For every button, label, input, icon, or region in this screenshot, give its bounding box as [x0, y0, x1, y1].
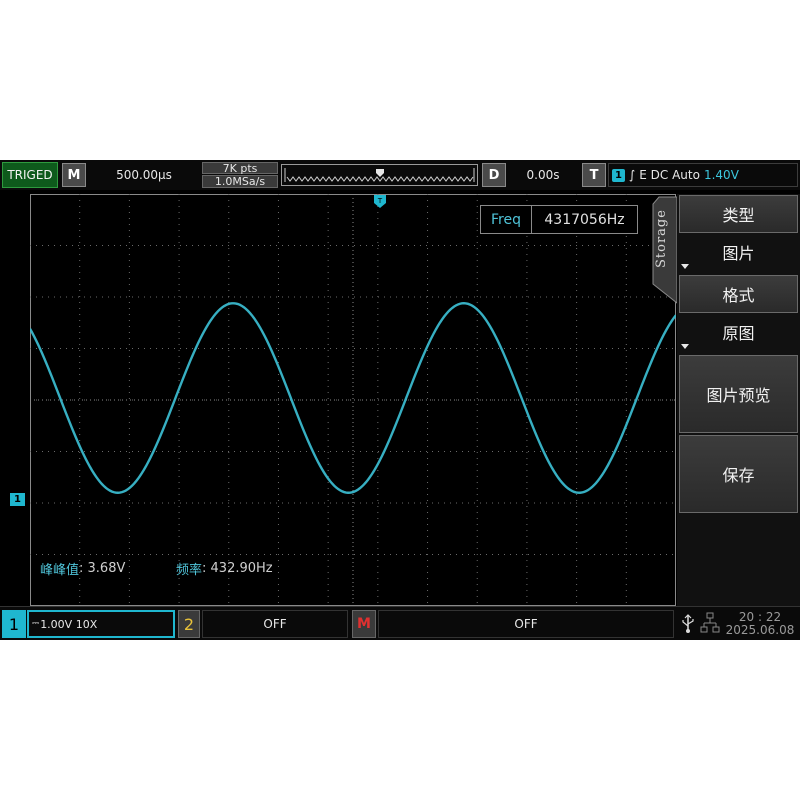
trigger-source-chip: 1: [612, 168, 625, 182]
softkey-save[interactable]: 保存: [679, 435, 798, 513]
memory-position-strip: [281, 164, 478, 186]
trigger-status-badge: TRIGED: [2, 162, 58, 188]
memory-depth: 7K pts: [202, 162, 278, 175]
timebase-mode-label[interactable]: M: [62, 163, 86, 187]
trigger-level: 1.40V: [703, 168, 739, 182]
top-status-bar: TRIGED M 500.00μs 7K pts 1.0MSa/s D 0.00…: [0, 160, 800, 190]
ch2-state[interactable]: OFF: [202, 610, 348, 638]
oscilloscope-screen: TRIGED M 500.00μs 7K pts 1.0MSa/s D 0.00…: [0, 160, 800, 640]
network-icon: [699, 610, 721, 638]
math-button[interactable]: M: [352, 610, 376, 638]
trigger-settings[interactable]: 1 ∫ E DC Auto 1.40V: [608, 163, 798, 187]
softkey-type-value[interactable]: 图片: [679, 234, 798, 270]
ch1-scale: 1.00V 10X: [40, 617, 98, 631]
delay-label[interactable]: D: [482, 163, 506, 187]
trigger-time-marker-icon[interactable]: T: [374, 195, 386, 208]
measurement-vpp: 峰峰值 : 3.68V: [40, 559, 125, 578]
trigger-position-icon: [376, 169, 384, 177]
trigger-label[interactable]: T: [582, 163, 606, 187]
ch1-settings[interactable]: ⎓ 1.00V 10X: [27, 610, 175, 638]
memory-waveform-icon: [284, 168, 475, 182]
measurement-label: 峰峰值: [40, 563, 80, 578]
timebase-value[interactable]: 500.00μs: [90, 163, 198, 187]
side-softkey-menu: 类型 图片 格式 原图 图片预览 保存: [677, 194, 800, 606]
bottom-status-bar: 1 ⎓ 1.00V 10X 2 OFF M OFF 20: 22 2025.0…: [0, 606, 800, 640]
softkey-format[interactable]: 格式: [679, 275, 798, 313]
waveform-grid[interactable]: [30, 194, 676, 606]
clock: 20 : 22 2025.06.08: [722, 610, 798, 638]
dc-coupling-icon: ⎓: [32, 619, 40, 629]
ch1-button[interactable]: 1: [2, 610, 26, 638]
freq-label: Freq: [481, 206, 532, 233]
ch1-offset-marker[interactable]: 1: [10, 493, 25, 506]
measurement-value: : 432.90Hz: [202, 561, 273, 576]
ch2-button[interactable]: 2: [178, 610, 200, 638]
softkey-type[interactable]: 类型: [679, 195, 798, 233]
sample-rate: 1.0MSa/s: [202, 175, 278, 188]
usb-icon: [678, 610, 698, 638]
softkey-format-value[interactable]: 原图: [679, 314, 798, 350]
math-state[interactable]: OFF: [378, 610, 674, 638]
measurement-value: : 3.68V: [79, 561, 126, 576]
chevron-down-icon: [681, 264, 689, 269]
chevron-down-icon: [681, 344, 689, 349]
storage-tab-label[interactable]: Storage: [654, 196, 676, 282]
softkey-image-preview[interactable]: 图片预览: [679, 355, 798, 433]
measurement-label: 频率: [176, 563, 203, 578]
rising-edge-icon: ∫: [629, 168, 636, 182]
clock-date: 2025.06.08: [725, 623, 795, 637]
trigger-mode: E DC Auto: [639, 168, 700, 182]
freq-value: 4317056Hz: [544, 211, 625, 228]
svg-text:T: T: [377, 197, 383, 205]
delay-value[interactable]: 0.00s: [508, 163, 578, 187]
frequency-counter: Freq 4317056Hz: [480, 205, 638, 234]
measurement-frequency: 频率 : 432.90Hz: [176, 559, 273, 578]
